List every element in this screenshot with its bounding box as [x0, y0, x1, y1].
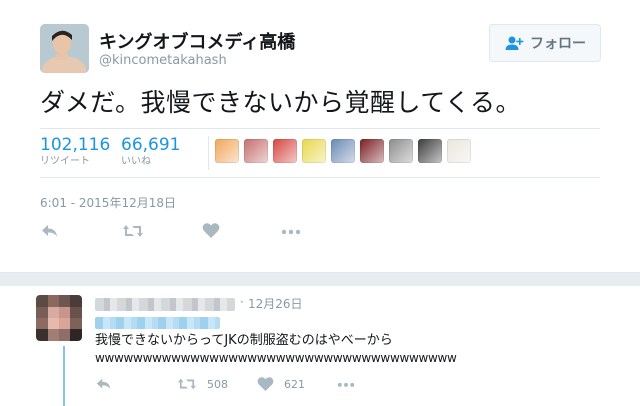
author-screen-name[interactable]: @kincometakahash	[99, 53, 227, 68]
author-avatar[interactable]	[40, 24, 89, 73]
like-stat[interactable]: 66,691 いいね	[121, 135, 180, 169]
follow-button-label: フォロー	[530, 36, 586, 52]
reply-like-count: 621	[284, 378, 305, 391]
tweet-timestamp[interactable]: 6:01 - 2015年12月18日	[40, 194, 176, 211]
main-tweet: キングオブコメディ高橋 @kincometakahash フォロー ダメだ。我慢…	[0, 0, 640, 272]
like-count: 66,691	[121, 135, 181, 155]
liker-avatars	[215, 139, 471, 163]
reply-text-line1: 我慢できないからってJKの制服盗むのはやべーから	[95, 333, 393, 348]
stats-divider	[208, 136, 209, 170]
liker-avatar[interactable]	[244, 139, 268, 163]
thread-line	[63, 346, 65, 406]
liker-avatar[interactable]	[273, 139, 297, 163]
liker-avatar[interactable]	[215, 139, 239, 163]
retweet-stat[interactable]: 102,116 リツイート	[40, 135, 110, 169]
follow-button[interactable]: フォロー	[489, 24, 601, 62]
liker-avatar[interactable]	[360, 139, 384, 163]
more-icon[interactable]	[336, 376, 356, 392]
reply-to-blurred[interactable]	[95, 317, 220, 329]
reply-timestamp[interactable]: 12月26日	[248, 295, 303, 312]
tweet-stats: 102,116 リツイート 66,691 いいね	[40, 128, 600, 178]
reply-time-separator: ·	[240, 295, 244, 309]
reply-icon[interactable]	[95, 376, 113, 392]
heart-icon[interactable]	[202, 222, 220, 239]
more-icon[interactable]	[280, 222, 302, 240]
tweet-text: ダメだ。我慢できないから覚醒してくる。	[40, 88, 522, 117]
retweet-count: 102,116	[40, 135, 111, 155]
retweet-icon[interactable]	[177, 376, 197, 392]
heart-icon[interactable]	[257, 376, 274, 392]
liker-avatar[interactable]	[447, 139, 471, 163]
retweet-label: リツイート	[40, 156, 90, 167]
liker-avatar[interactable]	[302, 139, 326, 163]
section-separator	[0, 272, 640, 286]
reply-text-line2: wwwwwwwwwwwwwwwwwwwwwwwwwwwwwwwwwwwwww	[95, 351, 457, 365]
liker-avatar[interactable]	[331, 139, 355, 163]
reply-author-name-blurred[interactable]	[95, 298, 235, 311]
reply-avatar-blurred[interactable]	[36, 295, 82, 341]
reply-icon[interactable]	[40, 222, 60, 240]
liker-avatar[interactable]	[418, 139, 442, 163]
reply-retweet-count: 508	[207, 378, 228, 391]
follow-person-plus-icon	[505, 36, 524, 50]
retweet-icon[interactable]	[122, 222, 144, 240]
reply-tweet[interactable]: · 12月26日 我慢できないからってJKの制服盗むのはやべーから wwwwww…	[0, 286, 640, 406]
author-display-name[interactable]: キングオブコメディ高橋	[99, 28, 295, 54]
liker-avatar[interactable]	[389, 139, 413, 163]
like-label: いいね	[121, 156, 151, 167]
